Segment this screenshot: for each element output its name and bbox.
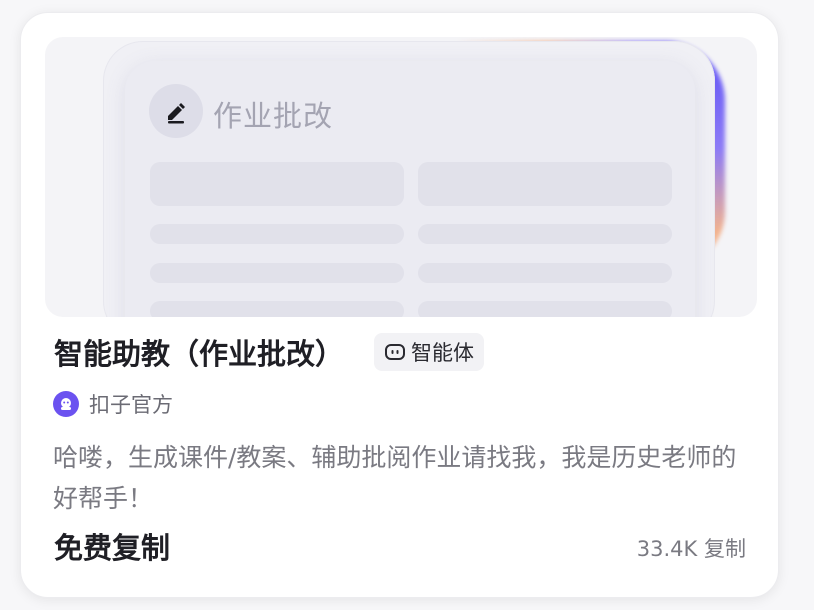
- bot-face-icon: [385, 344, 406, 360]
- hero-image: 作业批改: [45, 37, 757, 317]
- hero-title: 作业批改: [213, 99, 334, 133]
- hero-bar: [418, 224, 672, 244]
- official-avatar-icon: [53, 391, 79, 417]
- hero-bar: [150, 263, 404, 283]
- agent-card[interactable]: 作业批改 智能助教（作业批改） 智能体 扣子官方 哈喽，生成课件/教案、辅助批阅…: [20, 12, 779, 598]
- author[interactable]: 扣子官方: [53, 389, 173, 419]
- agent-tag-label: 智能体: [411, 341, 475, 365]
- card-description: 哈喽，生成课件/教案、辅助批阅作业请找我，我是历史老师的好帮手！: [53, 443, 737, 513]
- agent-tag: 智能体: [374, 333, 485, 371]
- hero-bar: [418, 301, 672, 317]
- author-name: 扣子官方: [89, 393, 173, 417]
- hero-bar: [150, 162, 404, 206]
- card-title[interactable]: 智能助教（作业批改）: [54, 331, 344, 373]
- hero-bar: [150, 301, 404, 317]
- copy-count: 33.4K 复制: [636, 537, 746, 561]
- hero-bar: [418, 162, 672, 206]
- hero-bar: [150, 224, 404, 244]
- pencil-icon: [149, 84, 203, 138]
- hero-bar: [418, 263, 672, 283]
- title-row: 智能助教（作业批改） 智能体: [54, 331, 485, 373]
- price-label: 免费复制: [54, 531, 171, 565]
